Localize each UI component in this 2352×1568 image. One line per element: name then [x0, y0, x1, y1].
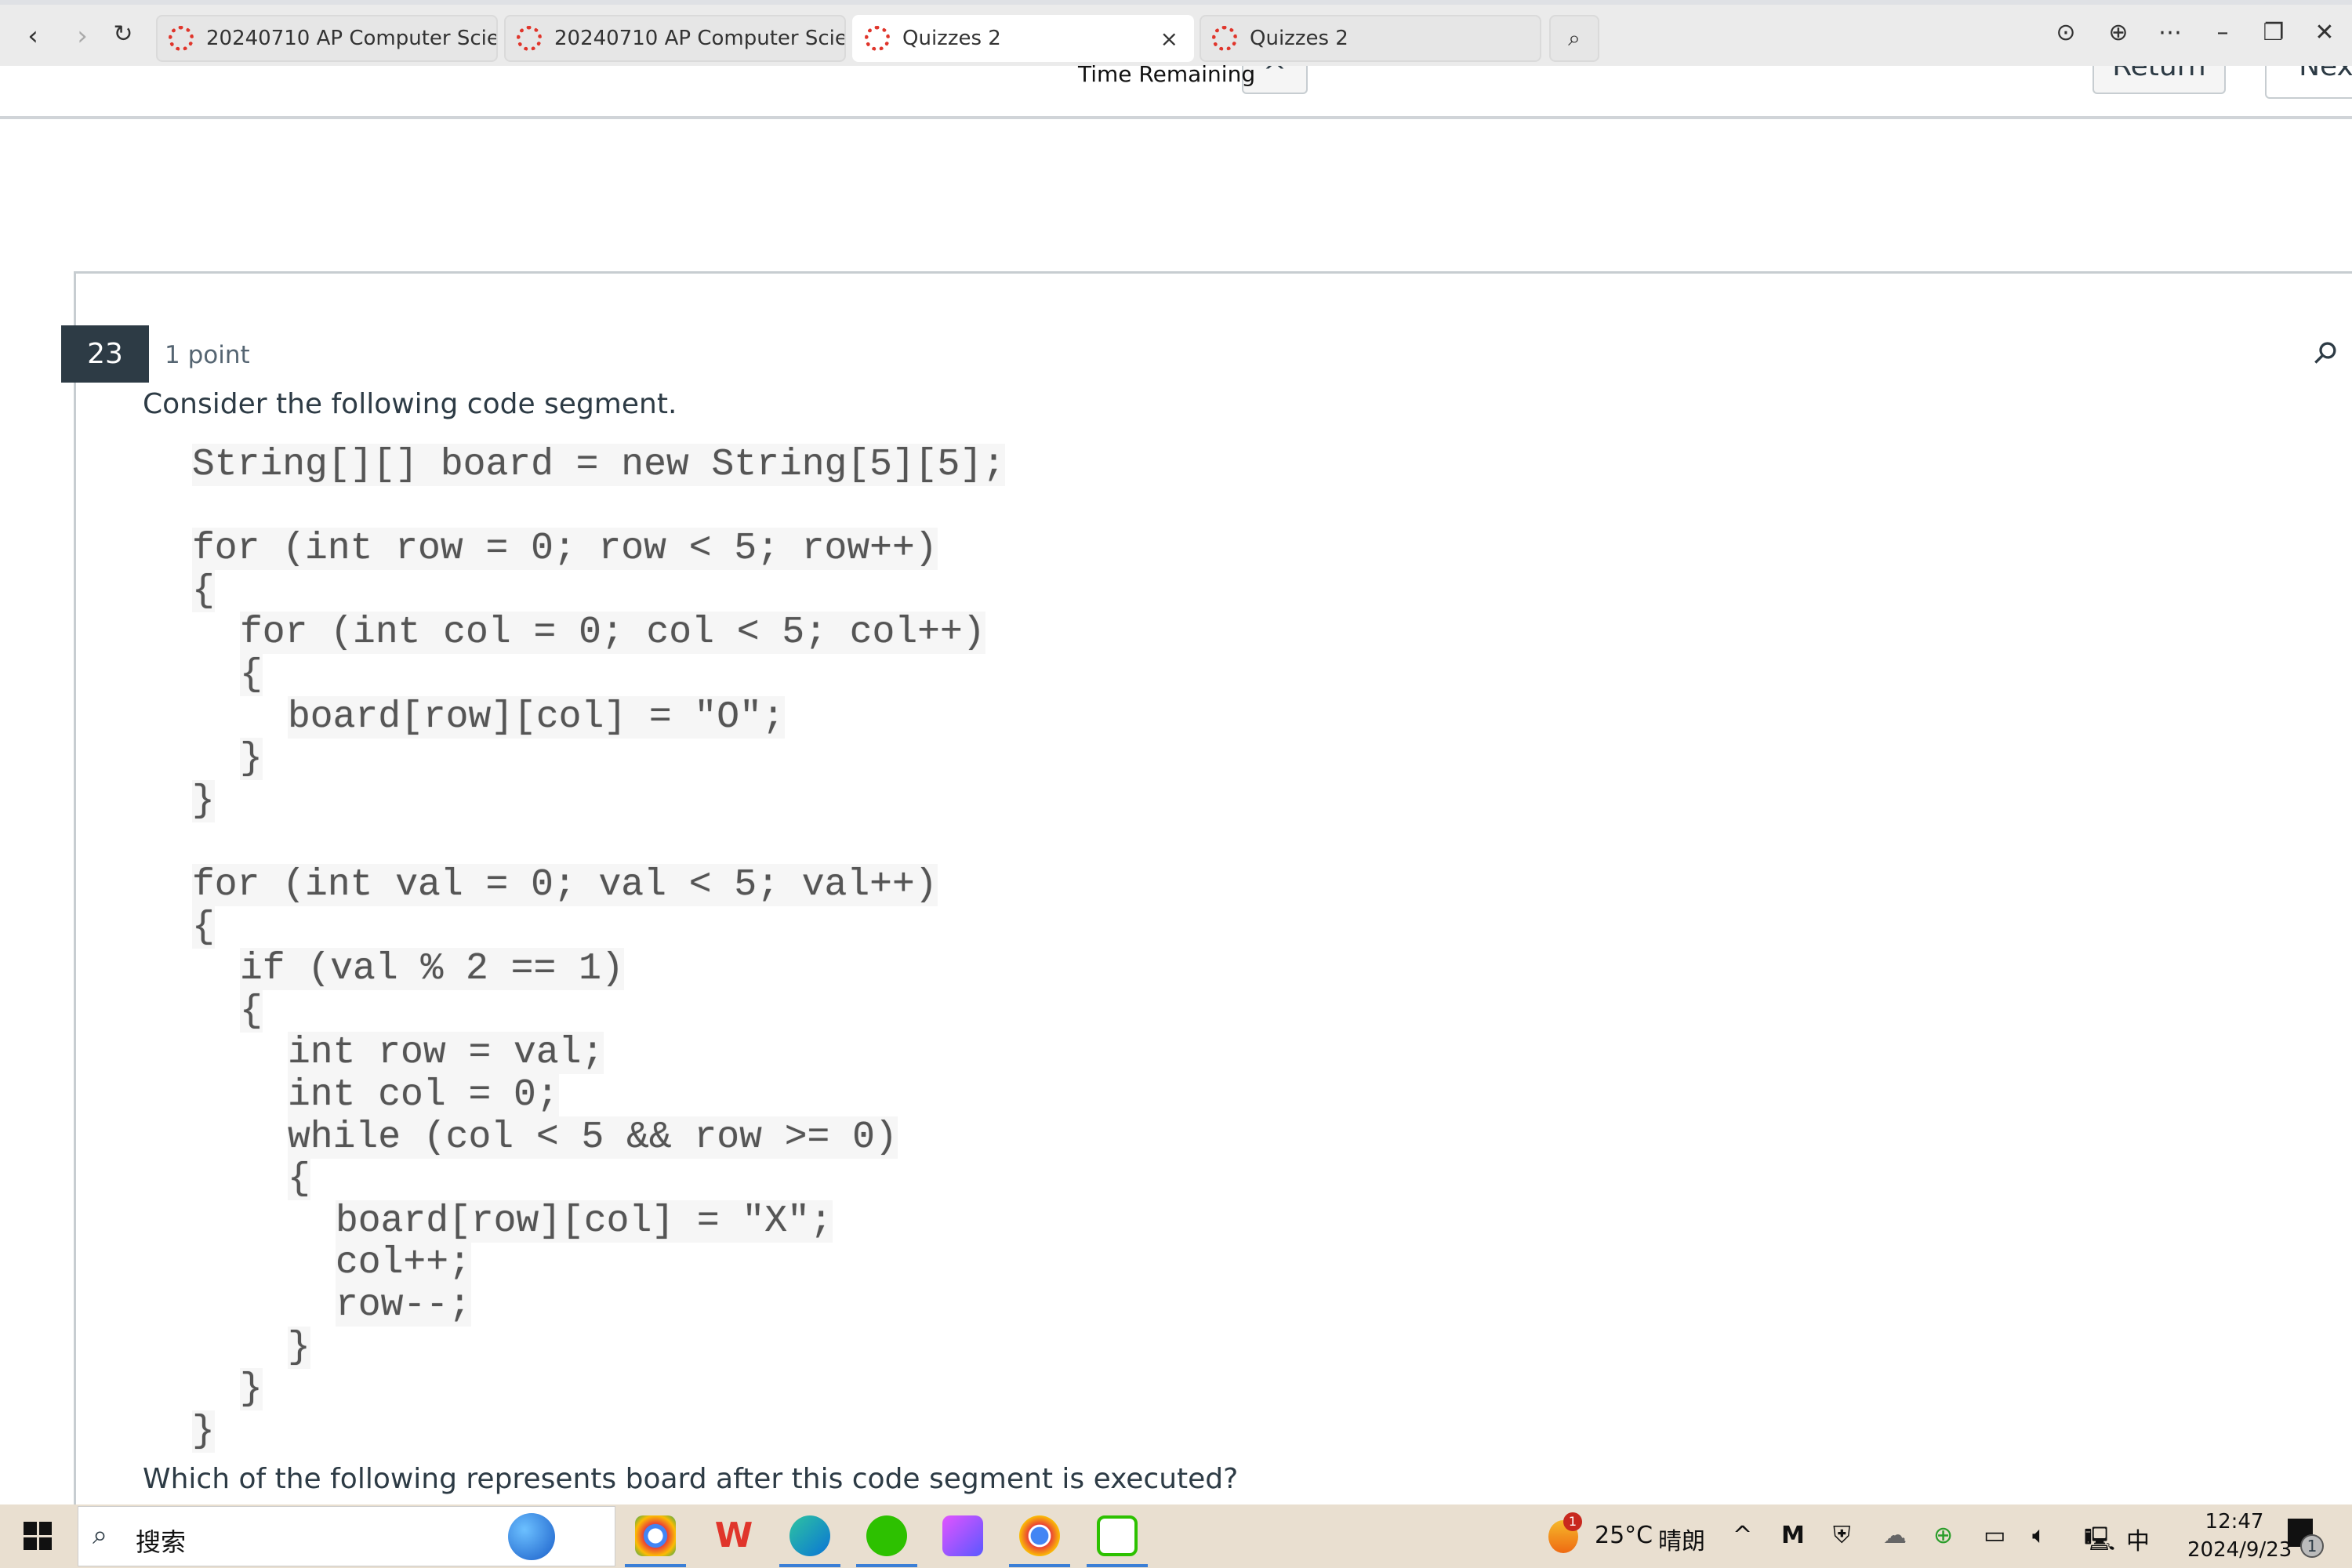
code-line: for (int col = 0; col < 5; col++)	[240, 612, 985, 655]
windows-start-icon[interactable]	[24, 1522, 52, 1550]
back-icon[interactable]: ‹	[13, 20, 53, 52]
ime-indicator[interactable]: 中	[2126, 1522, 2150, 1556]
code-line: col++;	[336, 1242, 471, 1285]
taskbar-search-box[interactable]: ⌕ 搜索	[78, 1506, 615, 1566]
network-icon[interactable]: 🖳︎	[2084, 1522, 2115, 1562]
wechat-icon[interactable]	[866, 1515, 907, 1556]
tab-title: 20240710 AP Computer Science	[554, 27, 844, 50]
canvas-favicon-icon	[517, 26, 542, 51]
code-line: {	[288, 1158, 310, 1201]
question-text: Which of the following represents board …	[143, 1463, 1239, 1495]
tab-2[interactable]: 20240710 AP Computer Science	[504, 15, 846, 62]
weather-condition[interactable]: 晴朗	[1658, 1522, 1705, 1556]
restore-icon[interactable]: ❐	[2254, 19, 2293, 46]
code-line: while (col < 5 && row >= 0)	[288, 1116, 898, 1159]
code-line: {	[240, 989, 263, 1033]
code-line: if (val % 2 == 1)	[240, 948, 624, 991]
clock-date: 2024/9/23	[2187, 1538, 2292, 1562]
forward-icon[interactable]: ›	[63, 20, 102, 52]
question-number: 23	[61, 325, 149, 383]
header-divider	[0, 116, 2352, 119]
code-line: board[row][col] = "O";	[288, 695, 785, 739]
code-line: for (int val = 0; val < 5; val++)	[192, 864, 938, 906]
code-line: {	[192, 906, 215, 949]
wps-icon[interactable]: W	[713, 1515, 754, 1556]
chrome-icon-2[interactable]	[1019, 1515, 1060, 1556]
tab-title: Quizzes 2	[902, 27, 1001, 50]
code-line: }	[240, 738, 263, 781]
code-line: }	[192, 779, 215, 822]
remote-desktop-icon[interactable]	[1097, 1515, 1138, 1556]
search-icon: ⌕	[1568, 25, 1581, 51]
code-line: }	[288, 1326, 310, 1369]
code-line: board[row][col] = "X";	[336, 1200, 833, 1243]
code-line: String[][] board = new String[5][5];	[192, 444, 1005, 486]
tab-search-button[interactable]: ⌕	[1549, 15, 1599, 62]
battery-icon[interactable]: ▭	[1984, 1522, 2005, 1549]
chrome-icon[interactable]	[635, 1515, 676, 1556]
search-placeholder: 搜索	[136, 1527, 187, 1557]
search-icon: ⌕	[93, 1519, 108, 1551]
weather-temp[interactable]: 25°C	[1595, 1522, 1653, 1549]
browser-tab-bar: ‹ › ↻ 20240710 AP Computer Science 20240…	[0, 0, 2352, 66]
onedrive-sync-icon[interactable]: ☁	[1883, 1522, 1907, 1549]
tab-4[interactable]: Quizzes 2	[1200, 15, 1541, 62]
notification-count: 1	[2300, 1534, 2324, 1558]
canvas-favicon-icon	[1212, 26, 1237, 51]
question-points: 1 point	[165, 341, 250, 369]
clock-time: 12:47	[2205, 1510, 2264, 1534]
app-plus-icon[interactable]: ⊕	[1933, 1522, 1953, 1549]
code-line: {	[192, 569, 215, 612]
question-prompt: Consider the following code segment.	[143, 388, 677, 420]
code-line: {	[240, 654, 263, 696]
time-remaining-label: Time Remaining	[1078, 61, 1256, 87]
weather-badge: 1	[1563, 1512, 1582, 1531]
purple-app-icon[interactable]	[942, 1515, 983, 1556]
canvas-favicon-icon	[169, 26, 194, 51]
tab-1[interactable]: 20240710 AP Computer Science	[156, 15, 498, 62]
canvas-favicon-icon	[865, 26, 890, 51]
code-line: }	[240, 1368, 263, 1411]
edge-icon[interactable]	[789, 1515, 830, 1556]
close-tab-icon[interactable]: ×	[1160, 26, 1178, 52]
app-m-icon[interactable]: M	[1781, 1522, 1805, 1549]
search-highlight-globe-icon	[508, 1513, 555, 1560]
tab-3-active[interactable]: Quizzes 2 ×	[852, 15, 1194, 62]
reload-icon[interactable]: ↻	[103, 20, 143, 48]
windows-taskbar: ⌕ 搜索 W 1 25°C 晴朗 ^ M ⛨ ☁ ⊕ ▭ 🔈︎ 🖳︎ 中 12:…	[0, 1504, 2352, 1568]
more-icon[interactable]: ⋯	[2151, 19, 2190, 46]
minimize-icon[interactable]: –	[2203, 19, 2242, 46]
download-icon[interactable]: ⊙	[2046, 19, 2085, 46]
code-line: int row = val;	[288, 1032, 604, 1075]
security-shield-icon[interactable]: ⛨	[1833, 1522, 1851, 1549]
tab-title: Quizzes 2	[1250, 27, 1348, 50]
code-line: for (int row = 0; row < 5; row++)	[192, 528, 938, 571]
volume-icon[interactable]: 🔈︎	[2032, 1522, 2046, 1549]
window-close-icon[interactable]: ✕	[2305, 19, 2344, 46]
code-line: int col = 0;	[288, 1074, 559, 1116]
clock[interactable]: 12:47 2024/9/23	[2187, 1508, 2292, 1564]
code-line: row--;	[336, 1284, 471, 1327]
show-hidden-icons-icon[interactable]: ^	[1733, 1522, 1752, 1549]
tab-title: 20240710 AP Computer Science	[206, 27, 496, 50]
code-line: }	[192, 1410, 215, 1453]
globe-icon[interactable]: ⊕	[2099, 19, 2138, 46]
